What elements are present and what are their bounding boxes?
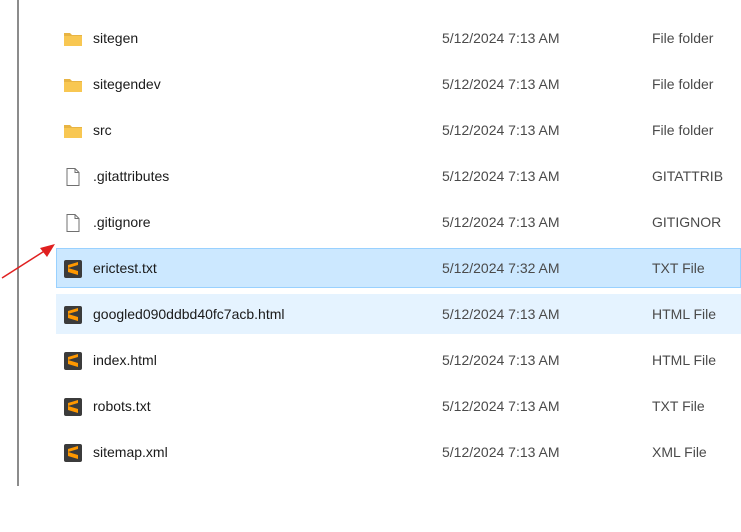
file-name: sitegendev [93,76,161,92]
file-name: robots.txt [93,398,151,414]
file-date-modified: 5/12/2024 7:13 AM [442,214,560,230]
sublime-text-icon [64,260,82,278]
sublime-text-icon [64,352,82,370]
file-row-gitignore[interactable]: .gitignore 5/12/2024 7:13 AM GITIGNOR [56,202,741,242]
file-date-modified: 5/12/2024 7:13 AM [442,444,560,460]
file-date-modified: 5/12/2024 7:13 AM [442,168,560,184]
file-row-google-verification[interactable]: googled090ddbd40fc7acb.html 5/12/2024 7:… [56,294,741,334]
file-date-modified: 5/12/2024 7:13 AM [442,76,560,92]
file-name: erictest.txt [93,260,157,276]
file-type: TXT File [652,398,705,414]
file-date-modified: 5/12/2024 7:13 AM [442,30,560,46]
file-name: sitegen [93,30,139,46]
file-row-sitegen[interactable]: sitegen 5/12/2024 7:13 AM File folder [56,18,741,58]
file-icon [66,168,80,186]
file-type: File folder [652,30,714,46]
file-icon [66,214,80,232]
file-row-src[interactable]: src 5/12/2024 7:13 AM File folder [56,110,741,150]
sublime-text-icon [64,398,82,416]
file-type: XML File [652,444,707,460]
file-date-modified: 5/12/2024 7:13 AM [442,352,560,368]
file-name: sitemap.xml [93,444,168,460]
file-type: GITIGNOR [652,214,722,230]
file-name: googled090ddbd40fc7acb.html [93,306,285,322]
file-row-erictest-selected[interactable]: erictest.txt 5/12/2024 7:32 AM TXT File [56,248,741,288]
sublime-text-icon [64,306,82,324]
folder-icon [64,125,82,138]
file-type: HTML File [652,352,717,368]
file-name: .gitattributes [93,168,170,184]
file-type: HTML File [652,306,717,322]
annotation-arrow-icon [1,244,55,279]
folder-icon [64,79,82,92]
file-date-modified: 5/12/2024 7:13 AM [442,306,560,322]
file-name: src [93,122,112,138]
file-row-sitegendev[interactable]: sitegendev 5/12/2024 7:13 AM File folder [56,64,741,104]
folder-icon [64,33,82,46]
file-type: File folder [652,76,714,92]
file-list: sitegen 5/12/2024 7:13 AM File folder si… [56,18,741,478]
sublime-text-icon [64,444,82,462]
file-date-modified: 5/12/2024 7:13 AM [442,122,560,138]
file-type: TXT File [652,260,705,276]
file-row-gitattributes[interactable]: .gitattributes 5/12/2024 7:13 AM GITATTR… [56,156,741,196]
file-row-sitemap-xml[interactable]: sitemap.xml 5/12/2024 7:13 AM XML File [56,432,741,472]
file-row-robots-txt[interactable]: robots.txt 5/12/2024 7:13 AM TXT File [56,386,741,426]
file-type: File folder [652,122,714,138]
file-name: index.html [93,352,157,368]
file-explorer-page: sitegen 5/12/2024 7:13 AM File folder si… [0,0,741,532]
file-type: GITATTRIB [652,168,724,184]
file-date-modified: 5/12/2024 7:13 AM [442,398,560,414]
file-name: .gitignore [93,214,151,230]
file-date-modified: 5/12/2024 7:32 AM [442,260,560,276]
file-row-index-html[interactable]: index.html 5/12/2024 7:13 AM HTML File [56,340,741,380]
